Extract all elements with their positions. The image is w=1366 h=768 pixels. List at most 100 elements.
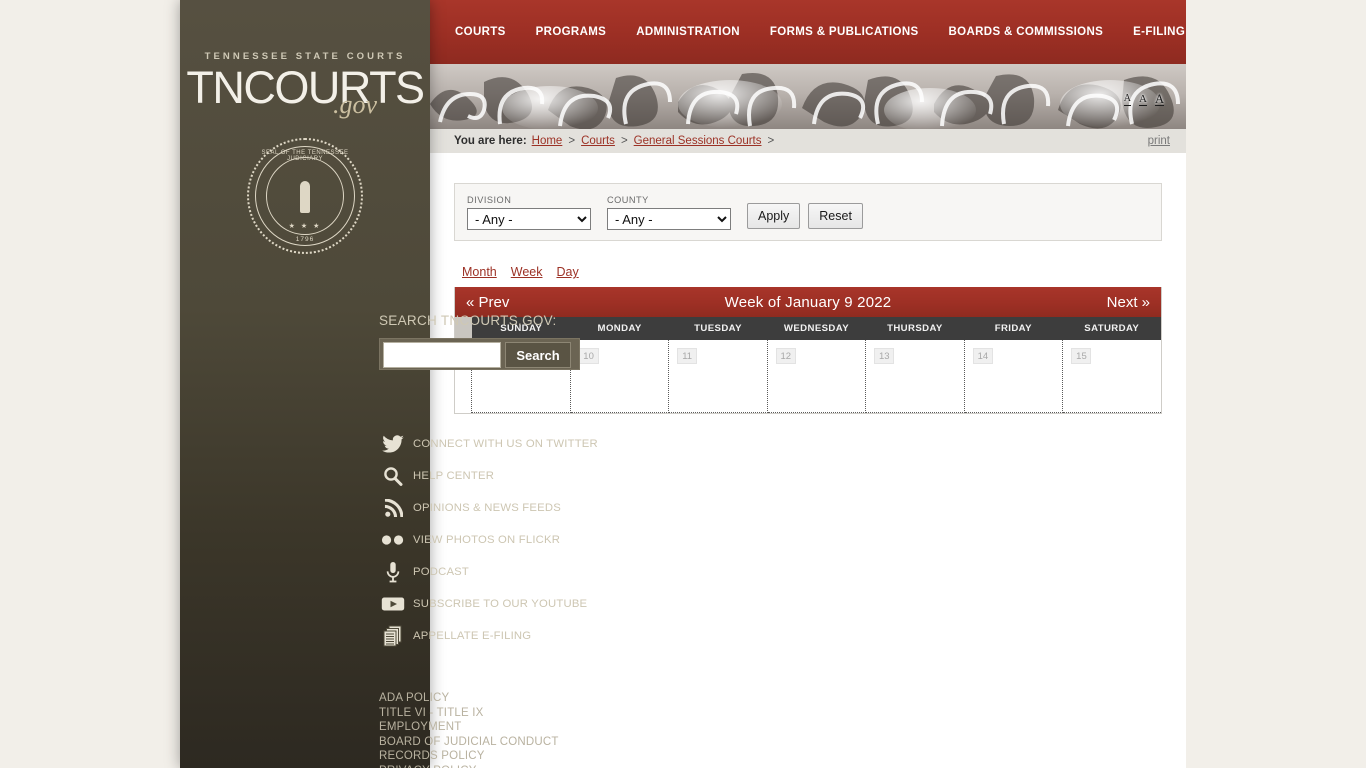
dow-friday: FRIDAY [994, 323, 1032, 334]
microphone-icon [378, 559, 408, 585]
nav-item-administration[interactable]: ADMINISTRATION [636, 26, 740, 38]
breadcrumb-separator: > [620, 135, 628, 147]
social-link-flickr[interactable]: VIEW PHOTOS ON FLICKR [378, 526, 610, 554]
calendar-day-cell[interactable]: 10 [570, 340, 670, 413]
help-search-icon [378, 463, 408, 489]
calendar-day-of-week-header: SUNDAY MONDAY TUESDAY WEDNESDAY THURSDAY… [455, 317, 1161, 340]
flickr-icon [378, 527, 408, 553]
seal-year: 1796 [295, 236, 315, 243]
policy-link[interactable]: RECORDS POLICY [379, 749, 609, 764]
county-select[interactable]: - Any - [607, 208, 731, 230]
brand-subtitle: TENNESSEE STATE COURTS [204, 51, 406, 62]
social-link-label: VIEW PHOTOS ON FLICKR [413, 534, 561, 546]
social-link-help-center[interactable]: HELP CENTER [378, 462, 610, 490]
nav-item-programs[interactable]: PROGRAMS [536, 26, 607, 38]
social-link-label: HELP CENTER [413, 470, 495, 482]
seal-stars: ★ ★ ★ [288, 223, 322, 230]
calendar-day-cell[interactable]: 13 [866, 340, 965, 413]
social-link-rss[interactable]: OPINIONS & NEWS FEEDS [378, 494, 610, 522]
twitter-icon [378, 431, 408, 457]
calendar-day-cell[interactable]: 11 [669, 340, 768, 413]
reset-button[interactable]: Reset [808, 203, 863, 229]
font-size-medium-button[interactable]: A [1139, 93, 1147, 106]
font-size-large-button[interactable]: A [1154, 93, 1164, 106]
brand-gov-suffix: .gov [333, 90, 378, 119]
documents-icon [378, 623, 408, 649]
youtube-icon [378, 591, 408, 617]
social-link-label: PODCAST [413, 566, 470, 578]
day-number: 11 [677, 348, 698, 364]
font-size-small-button[interactable]: A [1123, 93, 1132, 106]
dow-monday: MONDAY [597, 323, 642, 334]
carving-graphic [430, 64, 1186, 129]
day-number: 13 [874, 348, 895, 364]
division-select[interactable]: - Any - [467, 208, 591, 230]
social-link-podcast[interactable]: PODCAST [378, 558, 610, 586]
main-panel: DIVISION - Any - COUNTY - Any - Apply Re… [430, 183, 1186, 414]
policy-link[interactable]: TITLE VI - TITLE IX [379, 706, 609, 721]
dow-tuesday: TUESDAY [694, 323, 742, 334]
banner-stone-carving-image: A A A [430, 64, 1186, 129]
calendar-day-cell[interactable]: 12 [767, 340, 867, 413]
font-size-controls: A A A [1123, 93, 1164, 106]
social-link-label: OPINIONS & NEWS FEEDS [413, 502, 561, 514]
search-label: SEARCH TNCOURTS.GOV: [379, 313, 557, 328]
tennessee-judiciary-seal-icon: SEAL OF THE TENNESSEE JUDICIARY ★ ★ ★ 17… [247, 138, 363, 254]
primary-navigation: COURTS PROGRAMS ADMINISTRATION FORMS & P… [430, 0, 1186, 64]
apply-button[interactable]: Apply [747, 203, 801, 229]
nav-item-boards-commissions[interactable]: BOARDS & COMMISSIONS [949, 26, 1104, 38]
search-box: Search [379, 338, 580, 370]
breadcrumb-link-courts[interactable]: Courts [581, 135, 615, 147]
brand-title[interactable]: TNCOURTS [180, 62, 430, 114]
social-link-twitter[interactable]: CONNECT WITH US ON TWITTER [378, 430, 610, 458]
policy-link[interactable]: BOARD OF JUDICIAL CONDUCT [379, 735, 609, 750]
search-button[interactable]: Search [505, 342, 571, 368]
next-week-button[interactable]: Next » [1107, 287, 1150, 317]
breadcrumb-prefix: You are here: [454, 135, 527, 147]
social-link-label: SUBSCRIBE TO OUR YOUTUBE [413, 598, 588, 610]
day-number: 14 [972, 348, 993, 364]
policy-link[interactable]: PRIVACY POLICY [379, 764, 609, 768]
filter-form: DIVISION - Any - COUNTY - Any - Apply Re… [454, 183, 1162, 241]
social-link-appellate-efiling[interactable]: APPELLATE E-FILING [378, 622, 610, 650]
breadcrumb-separator: > [767, 135, 775, 147]
day-number: 10 [578, 348, 599, 364]
tab-day[interactable]: Day [556, 265, 578, 279]
search-input[interactable] [383, 342, 501, 368]
social-link-label: CONNECT WITH US ON TWITTER [413, 438, 598, 450]
calendar-view-tabs: Month Week Day [454, 265, 1162, 279]
nav-item-courts[interactable]: COURTS [455, 26, 506, 38]
dow-wednesday: WEDNESDAY [783, 323, 850, 334]
policy-link[interactable]: EMPLOYMENT [379, 720, 609, 735]
division-field: DIVISION - Any - [467, 195, 591, 230]
nav-item-e-filing[interactable]: E-FILING [1133, 26, 1185, 38]
calendar-header: « Prev Week of January 9 2022 Next » [455, 287, 1161, 317]
breadcrumb: You are here: Home > Courts > General Se… [430, 129, 1186, 153]
print-link[interactable]: print [1148, 135, 1170, 147]
social-link-label: APPELLATE E-FILING [413, 630, 532, 642]
tab-week[interactable]: Week [511, 265, 543, 279]
nav-item-forms-publications[interactable]: FORMS & PUBLICATIONS [770, 26, 919, 38]
breadcrumb-separator: > [568, 135, 576, 147]
county-field: COUNTY - Any - [607, 195, 731, 230]
day-number: 15 [1071, 348, 1092, 364]
page-root: TENNESSEE STATE COURTS TNCOURTS .gov SEA… [0, 0, 1366, 768]
county-label: COUNTY [607, 195, 649, 205]
calendar-day-cell[interactable]: 14 [964, 340, 1064, 413]
calendar-title: Week of January 9 2022 [724, 293, 892, 311]
sidebar: TENNESSEE STATE COURTS TNCOURTS .gov SEA… [180, 0, 598, 768]
tab-month[interactable]: Month [462, 265, 497, 279]
calendar-day-cell[interactable]: 15 [1063, 340, 1162, 413]
rss-icon [378, 495, 408, 521]
dow-thursday: THURSDAY [887, 323, 943, 334]
policy-link[interactable]: ADA POLICY [379, 691, 609, 706]
breadcrumb-link-general-sessions-courts[interactable]: General Sessions Courts [634, 135, 762, 147]
seal-outer-text: SEAL OF THE TENNESSEE JUDICIARY [261, 150, 349, 162]
dow-saturday: SATURDAY [1084, 323, 1140, 334]
division-label: DIVISION [467, 195, 512, 205]
social-links-list: CONNECT WITH US ON TWITTER HELP CENTER O… [378, 430, 610, 654]
breadcrumb-link-home[interactable]: Home [532, 135, 563, 147]
day-number: 12 [775, 348, 796, 364]
social-link-youtube[interactable]: SUBSCRIBE TO OUR YOUTUBE [378, 590, 610, 618]
policy-links-list: ADA POLICY TITLE VI - TITLE IX EMPLOYMEN… [379, 691, 609, 768]
